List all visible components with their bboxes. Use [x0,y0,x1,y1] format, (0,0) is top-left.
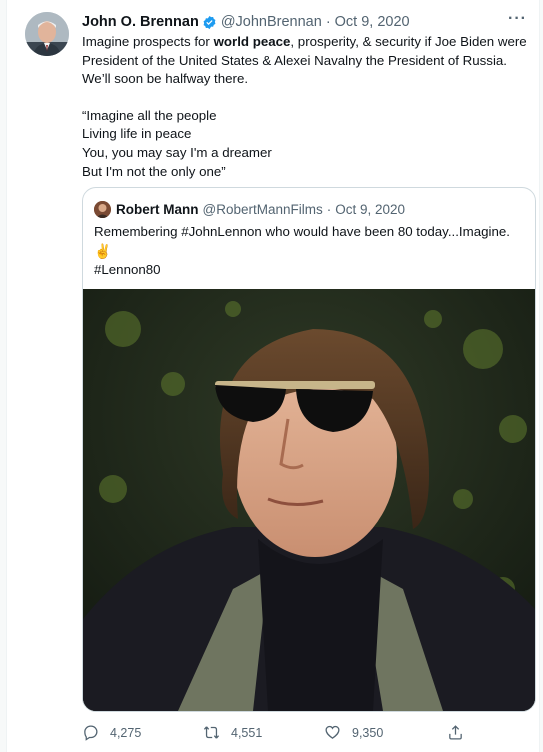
like-count: 9,350 [352,725,384,740]
tweet-text-line: Imagine prospects for world peace, prosp… [82,34,527,49]
quoted-tweet-text: Remembering #JohnLennon who would have b… [94,223,524,279]
reply-icon [84,725,98,741]
tweet-text-line: “Imagine all the people [82,107,217,123]
portrait-photo [83,289,535,711]
tweet-text-line: You, you may say I'm a dreamer [82,144,272,160]
quoted-tweet[interactable]: Robert Mann @RobertMannFilms · Oct 9, 20… [82,187,536,712]
tweet-text-line: President of the United States & Alexei … [82,52,507,68]
tweet-header: John O. Brennan @JohnBrennan · Oct 9, 20… [82,11,527,32]
author-handle[interactable]: @JohnBrennan [221,14,322,30]
quoted-author-handle: @RobertMannFilms [202,201,323,217]
tweet-text-line: Living life in peace [82,126,192,142]
quoted-separator: · [326,201,332,217]
share-button[interactable] [447,724,475,741]
victory-hand-emoji: ✌ [94,242,112,259]
like-button[interactable]: 9,350 [324,724,383,741]
reply-count: 4,275 [110,725,142,740]
quoted-text-line: Remembering #JohnLennon who would have b… [94,224,510,239]
quoted-author-avatar [94,200,111,218]
header-separator: · [325,14,331,30]
author-avatar-image [25,12,69,56]
retweet-button[interactable]: 4,551 [203,724,262,741]
quoted-tweet-photo[interactable] [83,289,535,711]
reply-button[interactable]: 4,275 [82,724,141,741]
more-icon[interactable]: ··· [508,11,527,30]
tweet-actions: 4,275 4,551 9,350 [82,724,482,744]
share-icon [449,725,462,740]
tweet-text-line: We’ll soon be halfway there. [82,71,249,87]
retweet-count: 4,551 [231,725,263,740]
tweet-text: Imagine prospects for world peace, prosp… [82,33,542,181]
quoted-author-name: Robert Mann [116,201,199,217]
author-avatar[interactable] [25,12,69,56]
tweet-date[interactable]: Oct 9, 2020 [335,14,410,30]
retweet-icon [203,726,220,739]
quoted-tweet-header: Robert Mann @RobertMannFilms · Oct 9, 20… [94,199,405,219]
tweet-card: John O. Brennan @JohnBrennan · Oct 9, 20… [6,0,540,752]
like-icon [325,725,340,739]
tweet-text-line: But I'm not the only one” [82,163,226,179]
bold-text: world peace [213,34,291,49]
quoted-date: Oct 9, 2020 [335,201,406,217]
author-name[interactable]: John O. Brennan [82,14,199,30]
quoted-hashtag: #Lennon80 [94,261,161,277]
verified-badge-icon [202,15,217,30]
